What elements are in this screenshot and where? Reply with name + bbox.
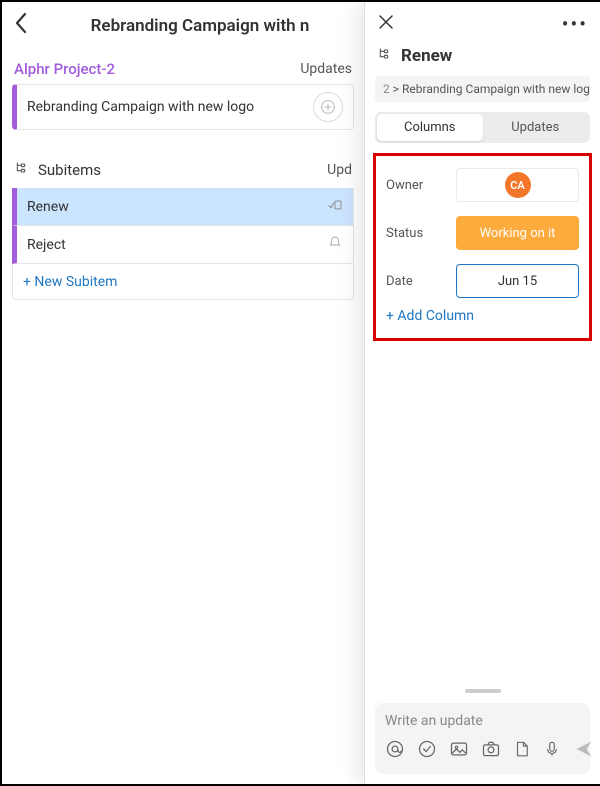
group-name: Alphr Project-2: [14, 60, 115, 78]
left-panel: Rebranding Campaign with n Alphr Project…: [2, 2, 364, 784]
bottom-bar: Write an update: [365, 678, 600, 784]
columns-box: Owner CA Status Working on it Date Jun 1…: [373, 153, 592, 341]
new-subitem-button[interactable]: + New Subitem: [12, 264, 354, 300]
left-header: Rebranding Campaign with n: [2, 12, 364, 50]
updates-column-header: Updates: [300, 61, 352, 77]
subitem-action-icon[interactable]: [327, 197, 343, 217]
compose-box[interactable]: Write an update: [375, 703, 590, 774]
tab-columns[interactable]: Columns: [377, 114, 483, 141]
compose-input[interactable]: Write an update: [385, 713, 580, 729]
status-row: Status Working on it: [386, 216, 579, 250]
more-options-icon[interactable]: •••: [562, 12, 588, 36]
breadcrumb-parent: Rebranding Campaign with new logo: [402, 82, 590, 96]
drag-handle-icon[interactable]: [465, 689, 501, 693]
new-subitem-label: + New Subitem: [23, 274, 117, 290]
right-header: •••: [365, 2, 600, 42]
subitem-name: Reject: [27, 237, 66, 253]
image-icon[interactable]: [449, 739, 469, 764]
subitems-updates-header: Upd: [327, 162, 352, 178]
breadcrumb[interactable]: 2 > Rebranding Campaign with new logo: [375, 76, 590, 102]
task-name: Rebranding Campaign with new logo: [27, 99, 254, 115]
mention-icon[interactable]: [385, 739, 405, 764]
subitem-row[interactable]: Reject: [12, 226, 354, 264]
owner-value[interactable]: CA: [456, 168, 579, 202]
date-row: Date Jun 15: [386, 264, 579, 298]
send-icon[interactable]: [573, 739, 595, 764]
breadcrumb-index: 2: [383, 82, 390, 96]
camera-icon[interactable]: [481, 739, 501, 764]
date-text: Jun 15: [498, 274, 537, 289]
status-text: Working on it: [480, 226, 556, 241]
owner-avatar: CA: [505, 172, 531, 198]
status-value[interactable]: Working on it: [456, 216, 579, 250]
subitems-label: Subitems: [38, 161, 101, 179]
tab-updates[interactable]: Updates: [483, 114, 589, 141]
add-update-icon[interactable]: [313, 92, 343, 122]
mic-icon[interactable]: [543, 739, 561, 764]
subitem-notify-icon[interactable]: [327, 235, 343, 255]
back-chevron-icon[interactable]: [14, 12, 28, 40]
compose-toolbar: [385, 739, 580, 764]
right-panel: ••• Renew 2 > Rebranding Campaign with n…: [364, 2, 600, 784]
subitem-name: Renew: [27, 199, 69, 215]
tab-updates-label: Updates: [511, 120, 559, 135]
right-title-row: Renew: [365, 42, 600, 76]
add-column-label: + Add Column: [386, 308, 474, 324]
owner-label: Owner: [386, 178, 456, 193]
item-title: Renew: [401, 46, 452, 66]
group-header[interactable]: Alphr Project-2 Updates: [2, 50, 364, 84]
task-row[interactable]: Rebranding Campaign with new logo: [12, 84, 354, 130]
subitems-header: Subitems Upd: [2, 130, 364, 188]
subitem-row[interactable]: Renew: [12, 188, 354, 226]
subitems-tree-icon: [14, 160, 30, 180]
date-label: Date: [386, 274, 456, 289]
tab-columns-label: Columns: [404, 120, 456, 135]
file-icon[interactable]: [513, 739, 531, 764]
subitem-tree-icon: [377, 46, 393, 66]
date-value[interactable]: Jun 15: [456, 264, 579, 298]
page-title: Rebranding Campaign with n: [28, 16, 352, 36]
status-label: Status: [386, 226, 456, 241]
breadcrumb-separator: >: [393, 82, 402, 96]
owner-row: Owner CA: [386, 168, 579, 202]
tabs: Columns Updates: [375, 112, 590, 143]
close-icon[interactable]: [377, 12, 395, 36]
checklist-icon[interactable]: [417, 739, 437, 764]
add-column-button[interactable]: + Add Column: [386, 308, 579, 324]
